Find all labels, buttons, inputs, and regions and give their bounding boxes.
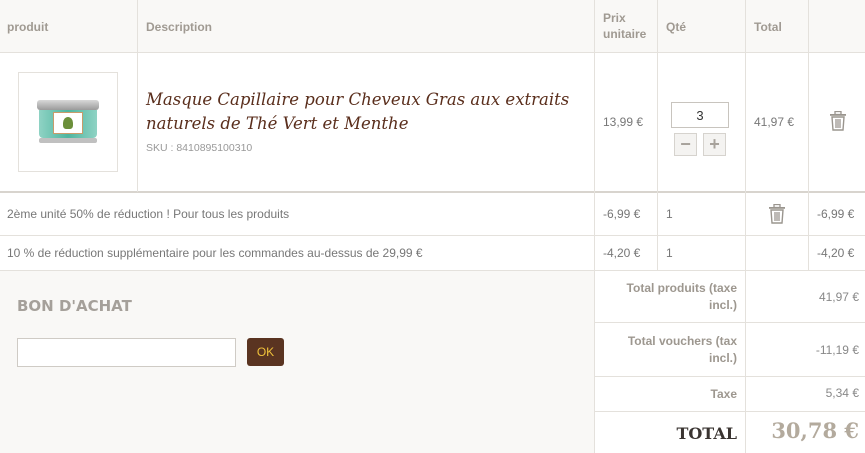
summary-vouchers-label: Total vouchers (tax incl.) [628,333,737,367]
discount-total: -6,99 € [817,207,855,221]
header-description: Description [146,20,213,34]
discount-qty: 1 [666,207,673,221]
summary-total-value: 30,78 € [771,418,859,443]
header-product: produit [7,20,49,34]
divider [594,411,865,412]
divider [657,0,658,271]
summary-tax-value: 5,34 € [825,386,859,400]
summary-vouchers-label-line2: incl.) [708,351,737,365]
summary-total-label: TOTAL [676,424,737,443]
discount-price: -4,20 € [603,246,641,260]
header-qty: Qté [666,20,687,34]
product-total: 41,97 € [754,115,795,129]
divider [0,270,865,271]
divider [0,191,865,193]
product-unit-price: 13,99 € [603,115,644,129]
product-sku: SKU : 8410895100310 [146,142,253,154]
header-total: Total [754,20,782,34]
voucher-ok-button[interactable]: OK [247,338,284,366]
voucher-title: BON D'ACHAT [17,297,132,315]
product-jar-image [35,100,101,144]
product-name-link[interactable]: Masque Capillaire pour Cheveux Gras aux … [146,88,586,136]
summary-products-value: 41,97 € [818,290,859,304]
summary-vouchers-label-line1: Total vouchers (tax [627,334,737,348]
divider [0,52,865,53]
delete-product-trash-icon[interactable] [829,111,847,131]
product-name-line1: Masque Capillaire pour Cheveux Gras aux … [146,90,570,109]
summary-vouchers-value: -11,19 € [815,343,859,357]
divider [594,322,865,323]
divider [808,0,809,271]
discount-total: -4,20 € [817,246,855,260]
discount-label: 10 % de réduction supplémentaire pour le… [7,246,423,260]
header-unit-price: Prix unitaire [603,10,646,42]
divider [594,0,595,453]
table-header [0,0,865,52]
summary-tax-label: Taxe [710,387,737,401]
divider [137,0,138,192]
delete-discount-trash-icon[interactable] [768,204,786,224]
summary-products-label: Total produits (taxe incl.) [627,280,737,314]
discount-qty: 1 [666,246,673,260]
voucher-code-input[interactable] [17,338,236,367]
header-unit-price-line2: unitaire [603,27,647,41]
header-unit-price-line1: Prix [603,11,626,25]
quantity-decrease-button[interactable]: − [674,133,697,156]
quantity-input[interactable] [671,102,729,128]
quantity-increase-button[interactable]: + [703,133,726,156]
summary-products-label-line1: Total produits (taxe [626,281,737,295]
summary-products-label-line2: incl.) [708,298,737,312]
discount-label: 2ème unité 50% de réduction ! Pour tous … [7,207,290,221]
divider [594,376,865,377]
discount-price: -6,99 € [603,207,641,221]
divider [745,0,746,453]
product-image[interactable] [18,72,118,172]
divider [0,235,865,236]
product-name-line2: naturels de Thé Vert et Menthe [146,114,409,133]
